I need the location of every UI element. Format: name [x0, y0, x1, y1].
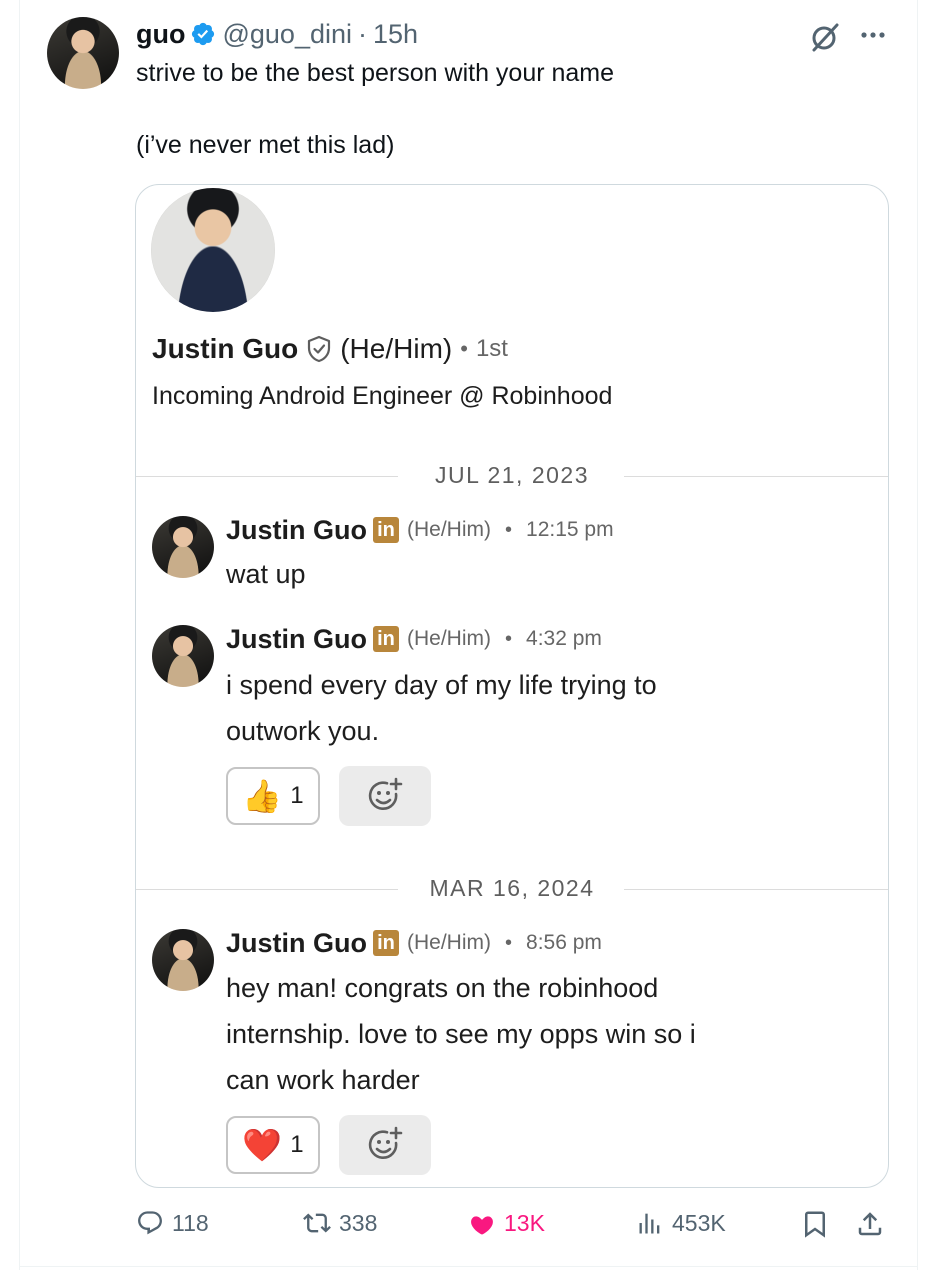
like-button[interactable]: 13K	[468, 1203, 545, 1243]
date-separator-label: MAR 16, 2024	[429, 875, 595, 901]
timeline-border-left	[19, 0, 20, 1270]
message-text-line: internship. love to see my opps win so i	[226, 1019, 696, 1049]
add-reaction-button[interactable]	[339, 1115, 431, 1175]
profile-name: Justin Guo	[152, 333, 299, 364]
message-sender-name: Justin Guo	[226, 927, 367, 958]
date-separator-label: JUL 21, 2023	[435, 462, 589, 488]
tweet-text-line: (i’ve never met this lad)	[136, 131, 395, 159]
message-sender-name: Justin Guo	[226, 514, 367, 545]
profile-headline: Incoming Android Engineer @ Robinhood	[152, 382, 613, 410]
timeline-border-right	[917, 0, 918, 1270]
reply-count: 118	[172, 1209, 209, 1236]
repost-button[interactable]: 338	[303, 1203, 377, 1243]
message-header: Justin Guo in (He/Him) • 8:56 pm	[226, 925, 602, 961]
message-separator: •	[505, 931, 513, 954]
date-separator: MAR 16, 2024	[136, 875, 888, 905]
message-avatar	[152, 929, 214, 991]
message-time: 4:32 pm	[526, 627, 602, 650]
reaction-count: 1	[290, 1131, 304, 1158]
message-sender-name: Justin Guo	[226, 623, 367, 654]
heart-filled-icon	[471, 1216, 493, 1235]
reply-icon	[138, 1211, 162, 1235]
add-reaction-button[interactable]	[339, 766, 431, 826]
attached-media-card[interactable]: Justin Guo (He/Him) • 1st Incoming Andro…	[135, 184, 889, 1188]
profile-photo	[151, 188, 275, 312]
add-emoji-icon	[368, 1126, 403, 1159]
timeline-border-bottom	[19, 1266, 918, 1267]
profile-separator: •	[460, 336, 468, 361]
header-separator: ·	[358, 18, 367, 49]
thumbs-up-icon: 👍	[242, 778, 283, 814]
message-text-line: i spend every day of my life trying to	[226, 670, 657, 700]
grok-icon[interactable]	[808, 20, 842, 54]
profile-name-row: Justin Guo (He/Him) • 1st	[152, 330, 508, 368]
bookmark-icon[interactable]	[800, 1209, 830, 1239]
like-count: 13K	[504, 1209, 545, 1236]
share-icon[interactable]	[855, 1209, 885, 1239]
message-sender-pronouns: (He/Him)	[407, 627, 491, 650]
views-chart-icon	[639, 1213, 660, 1234]
author-avatar[interactable]	[47, 17, 119, 89]
verification-shield-icon	[308, 335, 331, 363]
reply-button[interactable]: 118	[136, 1203, 209, 1243]
message-separator: •	[505, 627, 513, 650]
verified-badge-icon	[192, 22, 215, 46]
reaction-count: 1	[290, 782, 304, 809]
message-avatar	[152, 516, 214, 578]
linkedin-badge-icon: in	[373, 626, 399, 652]
message-sender-pronouns: (He/Him)	[407, 931, 491, 954]
message-sender-pronouns: (He/Him)	[407, 518, 491, 541]
author-display-name[interactable]: guo	[136, 19, 185, 50]
author-handle[interactable]: @guo_dini	[222, 19, 352, 50]
linkedin-badge-icon: in	[373, 517, 399, 543]
message-time: 12:15 pm	[526, 518, 614, 541]
connection-degree: 1st	[475, 335, 508, 362]
reaction-pill[interactable]: 👍 1	[226, 767, 320, 825]
reaction-pill[interactable]: ❤️ 1	[226, 1116, 320, 1174]
message-avatar	[152, 625, 214, 687]
message-text-line: can work harder	[226, 1065, 420, 1095]
linkedin-badge-icon: in	[373, 930, 399, 956]
tweet-timestamp[interactable]: 15h	[373, 19, 418, 50]
message-separator: •	[505, 518, 513, 541]
date-separator: JUL 21, 2023	[136, 462, 888, 492]
repost-count: 338	[339, 1209, 378, 1236]
heart-icon: ❤️	[242, 1127, 283, 1163]
more-icon[interactable]	[858, 20, 888, 50]
views-button[interactable]: 453K	[636, 1203, 726, 1243]
message-header: Justin Guo in (He/Him) • 12:15 pm	[226, 512, 614, 548]
message-text-line: outwork you.	[226, 716, 380, 746]
message-header: Justin Guo in (He/Him) • 4:32 pm	[226, 621, 602, 657]
message-text-line: wat up	[226, 559, 306, 589]
add-emoji-icon	[368, 777, 403, 810]
views-count: 453K	[672, 1209, 726, 1236]
repost-icon	[303, 1213, 331, 1233]
tweet-text-line: strive to be the best person with your n…	[136, 59, 615, 87]
message-text-line: hey man! congrats on the robinhood	[226, 973, 659, 1003]
tweet-header: guo @guo_dini · 15h	[136, 17, 418, 51]
tweet-action-bar: 118 338 13K 453K	[0, 1203, 950, 1243]
message-time: 8:56 pm	[526, 931, 602, 954]
profile-pronouns: (He/Him)	[340, 333, 453, 364]
